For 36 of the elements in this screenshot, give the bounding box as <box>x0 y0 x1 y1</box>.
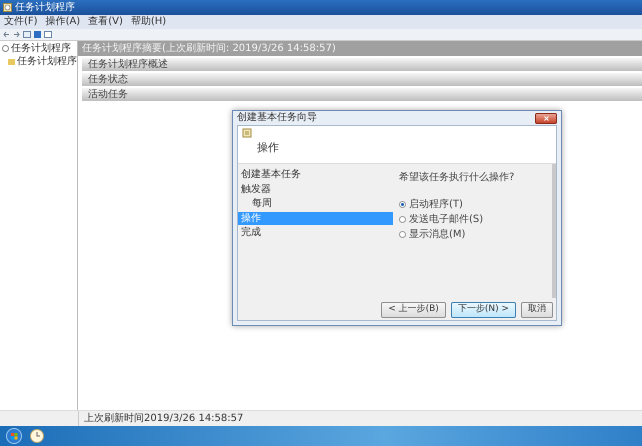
radio-button[interactable] <box>399 201 406 208</box>
dialog-title: 创建基本任务向导 <box>237 113 317 123</box>
summary-header: 任务计划程序摘要(上次刷新时间: 2019/3/26 14:58:57) <box>78 41 642 56</box>
option-label: 发送电子邮件(S) <box>409 214 484 225</box>
wizard-button[interactable]: 取消 <box>521 302 553 318</box>
menu-item[interactable]: 文件(F) <box>3 17 39 27</box>
panel-icon[interactable] <box>23 31 31 38</box>
dialog-heading: 操作 <box>256 140 280 156</box>
close-button[interactable] <box>535 112 557 124</box>
option-label: 启动程序(T) <box>409 199 463 210</box>
menu-item[interactable]: 查看(V) <box>87 17 124 27</box>
tree-item[interactable]: 任务计划程序 <box>11 43 71 54</box>
window-icon[interactable] <box>44 31 52 38</box>
wizard-step[interactable]: 创建基本任务 <box>238 168 393 182</box>
wizard-button[interactable]: 下一步(N) > <box>450 302 516 318</box>
forward-icon[interactable] <box>13 31 20 38</box>
tree-item[interactable]: 任务计划程序 <box>17 56 77 67</box>
wizard-button[interactable]: < 上一步(B) <box>381 302 446 318</box>
section-header[interactable]: 活动任务 <box>82 88 642 101</box>
menu-item[interactable]: 操作(A) <box>44 17 82 27</box>
radio-button[interactable] <box>399 231 406 238</box>
scroll-icon <box>242 128 252 138</box>
close-icon <box>544 116 548 120</box>
status-text: 上次刷新时间2019/3/26 14:58:57 <box>83 412 244 426</box>
radio-button[interactable] <box>399 216 406 223</box>
window-title: 任务计划程序 <box>15 2 75 12</box>
wizard-step[interactable]: 完成 <box>238 226 393 240</box>
wizard-step[interactable]: 每周 <box>238 197 393 210</box>
start-button[interactable] <box>6 428 22 444</box>
section-header[interactable]: 任务计划程序概述 <box>82 58 642 71</box>
question-text: 希望该任务执行什么操作? <box>399 170 516 185</box>
section-header[interactable]: 任务状态 <box>82 73 642 86</box>
option-label: 显示消息(M) <box>409 229 466 240</box>
menu-item[interactable]: 帮助(H) <box>130 17 168 27</box>
back-icon[interactable] <box>3 31 10 38</box>
wizard-step[interactable]: 触发器 <box>238 182 393 196</box>
